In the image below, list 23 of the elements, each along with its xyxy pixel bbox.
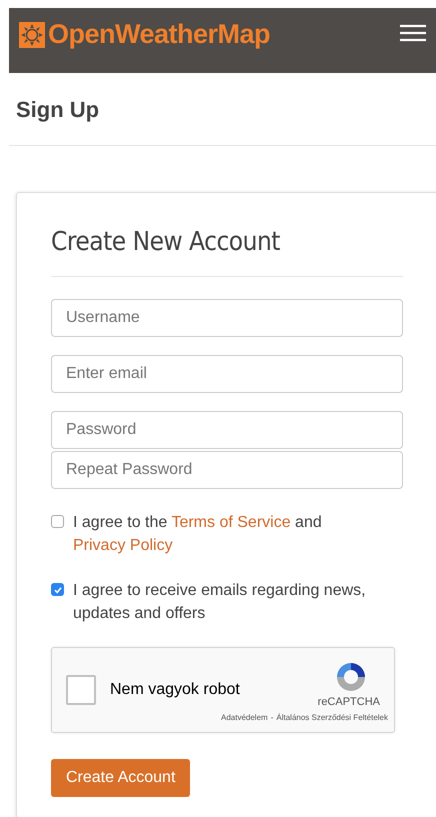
terms-link[interactable]: Terms of Service (171, 514, 291, 531)
agreement-label: I agree to the Terms of Service and Privacy Policy (73, 513, 323, 556)
recaptcha-brand: reCAPTCHA (318, 696, 380, 708)
privacy-link[interactable]: Adatvédelem (221, 713, 268, 722)
input-field[interactable]: Repeat Password (51, 451, 403, 489)
sun-logo-icon (19, 22, 45, 48)
input-field[interactable]: Username (51, 299, 403, 337)
checkbox[interactable] (51, 583, 64, 596)
logo-text[interactable]: OpenWeatherMap (48, 19, 270, 50)
captcha-label: Nem vagyok robot (110, 681, 240, 699)
recaptcha-logo-icon (334, 660, 368, 694)
create-account-button[interactable]: Create Account (51, 759, 190, 797)
captcha-checkbox[interactable] (66, 675, 96, 705)
page-title: Sign Up (16, 97, 100, 123)
input-field[interactable]: Password (51, 411, 403, 449)
privacy-link[interactable]: Privacy Policy (73, 537, 173, 554)
checkbox[interactable] (51, 515, 64, 528)
agreement-label: I agree to receive emails regarding news, updates and offers (73, 581, 367, 624)
separator: - (270, 713, 274, 722)
terms-link[interactable]: Általános Szerződési Feltételek (276, 713, 388, 722)
form-title: Create New Account (51, 227, 281, 257)
menu-icon[interactable] (400, 24, 426, 42)
input-field[interactable]: Enter email (51, 355, 403, 393)
